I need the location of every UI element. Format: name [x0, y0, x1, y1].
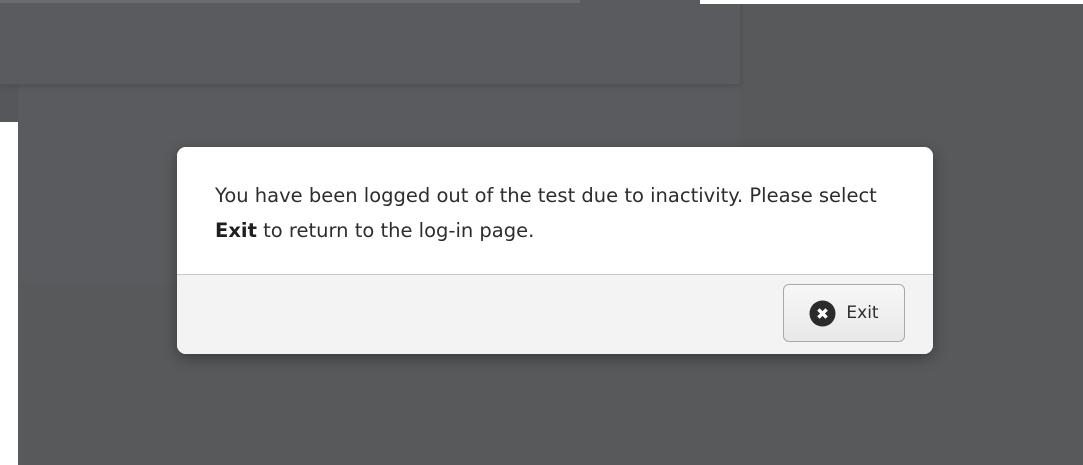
background-side-strip: [0, 122, 18, 465]
background-header-bar: [0, 0, 740, 85]
background-top-strip: [700, 0, 1083, 4]
dialog-message: You have been logged out of the test due…: [215, 178, 905, 248]
dialog-body: You have been logged out of the test due…: [177, 147, 933, 275]
close-circle-icon: [809, 300, 836, 327]
dialog-message-text-end: to return to the log-in page.: [256, 219, 535, 242]
exit-button[interactable]: Exit: [783, 284, 905, 342]
dialog-message-text: You have been logged out of the test due…: [215, 184, 877, 207]
background-header-strip: [0, 0, 580, 3]
inactivity-logout-dialog: You have been logged out of the test due…: [177, 147, 933, 354]
dialog-footer: Exit: [177, 275, 933, 354]
dialog-message-exit-emphasis: Exit: [215, 219, 257, 242]
exit-button-label: Exit: [846, 303, 879, 323]
